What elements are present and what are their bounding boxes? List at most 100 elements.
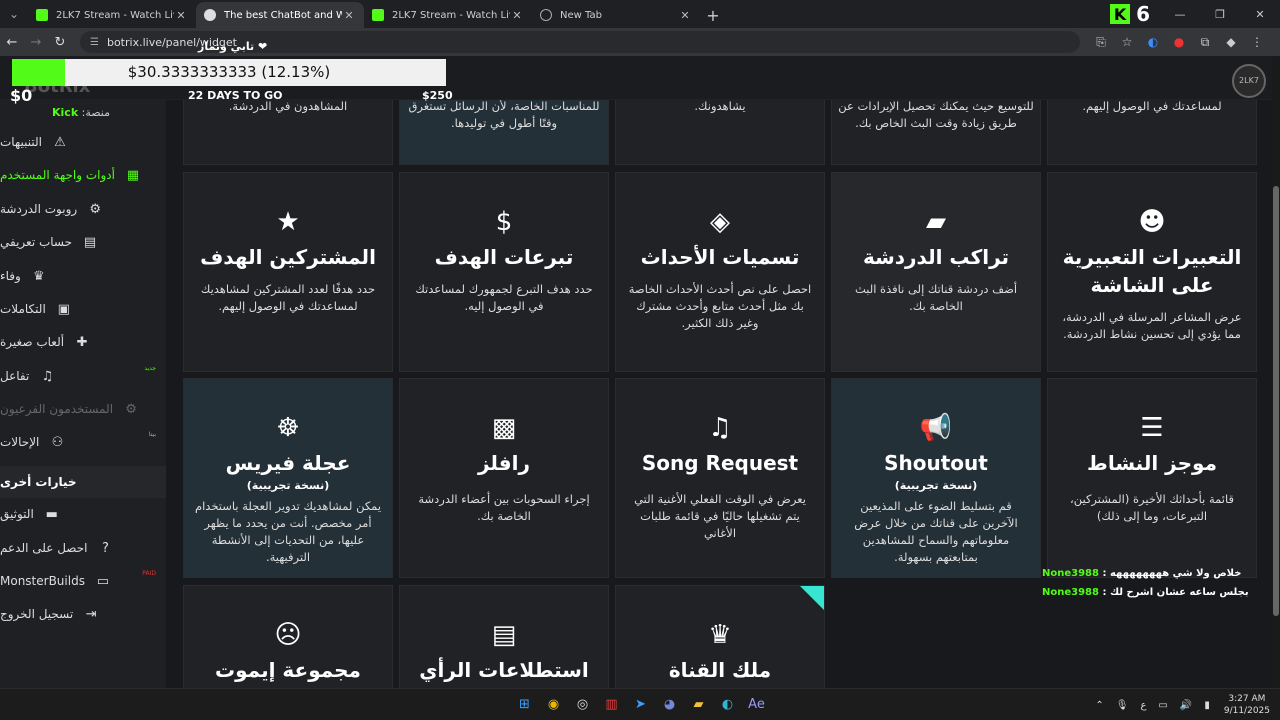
widget-card-song-request[interactable]: ♫ Song Request يعرض في الوقت الفعلي الأغ… <box>615 378 825 578</box>
browser-tab-1[interactable]: 2LK7 Stream - Watch Live on Ki ✕ <box>28 2 196 28</box>
gift-icon: ▩ <box>491 413 517 443</box>
docs-icon: ▬ <box>45 506 58 522</box>
sidebar-item-monsterbuilds[interactable]: PAID ▭ MonsterBuilds <box>0 566 166 596</box>
volume-icon[interactable]: 🔊 <box>1180 700 1192 711</box>
widget-card-shoutout[interactable]: 📢 Shoutout (نسخة تجريبية) قم بتسليط الضو… <box>831 378 1041 578</box>
minimize-button[interactable]: — <box>1160 8 1200 21</box>
donor-alert: تابي وتمار ❤ <box>198 40 268 53</box>
sidebar-item-label: MonsterBuilds <box>0 574 85 588</box>
goal-days-left: 22 DAYS TO GO <box>188 89 283 102</box>
card-title: تبرعات الهدف <box>434 245 574 269</box>
discord-icon[interactable]: ◕ <box>655 694 684 716</box>
close-window-button[interactable]: ✕ <box>1240 8 1280 21</box>
widgets-grid: المشاهدون في الدردشة. الاصطناعي لإضفاء ل… <box>166 100 1274 688</box>
chevron-up-icon[interactable]: ⌃ <box>1095 700 1103 711</box>
browser-tab-2[interactable]: The best ChatBot and Widgets ✕ <box>196 2 364 28</box>
extension-icon[interactable]: ◐ <box>1140 35 1166 49</box>
sidebar-item-subusers[interactable]: ⚙ المستخدمون الفرعيون <box>0 394 166 424</box>
profile-icon[interactable]: ◆ <box>1218 35 1244 49</box>
wheel-icon: ☸ <box>276 413 300 443</box>
restore-button[interactable]: ❐ <box>1200 8 1240 21</box>
sidebar-item-referrals[interactable]: بيتا ⚇ الإحالات <box>0 427 166 457</box>
tags-icon: ◈ <box>710 207 730 237</box>
card-description: لمساعدتك في الوصول إليهم. <box>1082 100 1222 113</box>
mic-icon[interactable]: 🎙 <box>1116 700 1129 711</box>
close-tab-icon[interactable]: ✕ <box>342 9 356 22</box>
forward-icon[interactable]: → <box>24 35 48 50</box>
close-tab-icon[interactable]: ✕ <box>174 9 188 22</box>
widget-card-wheel[interactable]: ☸ عجلة فيريس (نسخة تجريبية) يمكن لمشاهدي… <box>183 378 393 578</box>
edge-icon[interactable]: ◐ <box>713 694 742 716</box>
sidebar-item-support[interactable]: ? احصل على الدعم <box>0 533 166 563</box>
card-title: تسميات الأحداث <box>640 245 800 269</box>
tab-search-icon[interactable]: ⌄ <box>0 0 28 28</box>
new-ribbon <box>800 586 824 610</box>
avatar[interactable]: 2LK7 <box>1232 64 1266 98</box>
translate-icon[interactable]: ⎘ <box>1088 35 1114 50</box>
app-icon[interactable]: ◎ <box>568 694 597 716</box>
windows-start-icon[interactable]: ⊞ <box>510 694 539 716</box>
sidebar-item-chatbot[interactable]: ⚙ روبوت الدردشة <box>0 194 166 224</box>
browser-tab-3[interactable]: 2LK7 Stream - Watch Live on Ki ✕ <box>364 2 532 28</box>
new-tab-button[interactable]: + <box>700 2 726 28</box>
card-description: قائمة بأحداثك الأخيرة (المشتركين، التبرع… <box>1070 492 1234 523</box>
after-effects-icon[interactable]: Ae <box>742 694 771 716</box>
battery-icon[interactable]: ▮ <box>1204 700 1210 711</box>
browser-tab-4[interactable]: New Tab ✕ <box>532 2 700 28</box>
widget-card-chat-overlay[interactable]: ▰ تراكب الدردشة أضف دردشة قناتك إلى نافذ… <box>831 172 1041 372</box>
app-icon[interactable]: ▥ <box>597 694 626 716</box>
widget-card-emote-combo[interactable]: ☹ مجموعة إيموت <box>183 585 393 688</box>
robot-icon: ⚙ <box>89 201 101 217</box>
network-icon[interactable]: ▭ <box>1158 700 1167 711</box>
back-icon[interactable]: ← <box>0 35 24 50</box>
extensions-area: ⎘ ☆ ◐ ● ⧉ ◆ ⋮ <box>1088 35 1270 50</box>
gamepad-icon: ✚ <box>76 334 88 350</box>
sidebar-item-integrations[interactable]: ▣ التكاملات <box>0 294 166 324</box>
telegram-icon[interactable]: ➤ <box>626 694 655 716</box>
widget-card-polls[interactable]: ▤ استطلاعات الرأي <box>399 585 609 688</box>
emoji-icon: ☻ <box>1138 207 1166 237</box>
beta-subtitle: (نسخة تجريبية) <box>894 479 978 492</box>
folder-icon[interactable]: ▰ <box>684 694 713 716</box>
sidebar-item-interaction[interactable]: جديد ♫ تفاعل <box>0 361 166 391</box>
clock[interactable]: 3:27 AM 9/11/2025 <box>1224 693 1270 717</box>
sidebar-item-label: أدوات واجهة المستخدم <box>0 168 115 182</box>
close-tab-icon[interactable]: ✕ <box>510 9 524 22</box>
widget-card-donation-goal[interactable]: $ تبرعات الهدف حدد هدف التبرع لجمهورك لم… <box>399 172 609 372</box>
alert-icon: ⚠ <box>54 134 66 150</box>
language-indicator[interactable]: ع <box>1140 700 1146 711</box>
extension-icon[interactable]: ● <box>1166 35 1192 49</box>
kick-count: 6 <box>1136 2 1150 26</box>
card-title: ملك القناة <box>668 658 772 682</box>
chat-text: خلاص ولا شي ههههههههه <box>1109 568 1242 579</box>
widget-card-raffles[interactable]: ▩ رافلز إجراء السحوبات بين أعضاء الدردشة… <box>399 378 609 578</box>
reload-icon[interactable]: ↻ <box>48 35 72 50</box>
card-title: التعبيرات التعبيرية على الشاشة <box>1062 245 1242 297</box>
puzzle-icon[interactable]: ⧉ <box>1192 35 1218 50</box>
menu-icon[interactable]: ⋮ <box>1244 35 1270 49</box>
chrome-icon[interactable]: ◉ <box>539 694 568 716</box>
widget-card-emotes-on-screen[interactable]: ☻ التعبيرات التعبيرية على الشاشة عرض الم… <box>1047 172 1257 372</box>
window-controls: K 6 — ❐ ✕ <box>1110 0 1280 28</box>
tab-title: 2LK7 Stream - Watch Live on Ki <box>392 9 510 21</box>
widget-card-sub-goal[interactable]: ★ المشتركين الهدف حدد هدفًا لعدد المشترك… <box>183 172 393 372</box>
sidebar-item-docs[interactable]: ▬ التوثيق <box>0 499 166 529</box>
card-description: عرض المشاعر المرسلة في الدردشة، مما يؤدي… <box>1062 310 1242 341</box>
donation-goal-bar: $30.3333333333 (12.13%) <box>12 59 446 86</box>
bookmark-star-icon[interactable]: ☆ <box>1114 35 1140 49</box>
card-title: استطلاعات الرأي <box>419 658 589 682</box>
platform-label: منصة: Kick <box>52 106 110 119</box>
scrollbar-thumb[interactable] <box>1273 186 1279 616</box>
site-info-icon[interactable]: ☰ <box>90 37 99 48</box>
widget-card-channel-king[interactable]: ♛ ملك القناة <box>615 585 825 688</box>
close-tab-icon[interactable]: ✕ <box>678 9 692 22</box>
sidebar-item-alerts[interactable]: ⚠ التنبيهات <box>0 127 166 157</box>
widget-card-event-labels[interactable]: ◈ تسميات الأحداث احصل على نص أحدث الأحدا… <box>615 172 825 372</box>
widget-card-activity-feed[interactable]: ☰ موجز النشاط قائمة بأحداثك الأخيرة (الم… <box>1047 378 1257 578</box>
sidebar-item-profile[interactable]: ▤ حساب تعريفي <box>0 227 166 257</box>
scrollbar[interactable] <box>1272 56 1280 688</box>
sidebar-item-widgets[interactable]: ▦ أدوات واجهة المستخدم <box>0 160 166 190</box>
sidebar-item-loyalty[interactable]: ♛ وفاء <box>0 261 166 291</box>
sidebar-item-minigames[interactable]: ✚ ألعاب صغيرة <box>0 327 166 357</box>
sidebar-item-logout[interactable]: ⇥ تسجيل الخروج <box>0 599 166 629</box>
